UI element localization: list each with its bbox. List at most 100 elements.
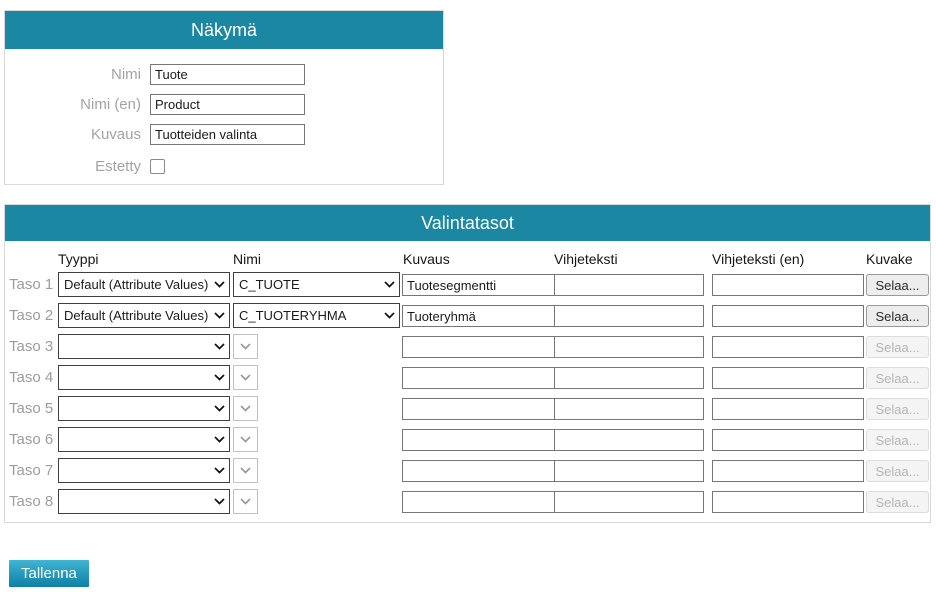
column-header-tyyppi: Tyyppi xyxy=(58,251,98,267)
chevron-down-icon xyxy=(214,498,225,505)
type-select[interactable] xyxy=(58,458,230,483)
type-select[interactable] xyxy=(58,365,230,390)
kuvaus-cell-input[interactable] xyxy=(402,460,555,482)
vihjeteksti-en-cell-input[interactable] xyxy=(712,398,864,420)
estetty-checkbox[interactable] xyxy=(150,159,165,174)
browse-button: Selaa... xyxy=(866,336,929,358)
vihjeteksti-en-cell-input[interactable] xyxy=(712,305,864,327)
column-header-kuvaus: Kuvaus xyxy=(403,251,450,267)
vihjeteksti-cell-input[interactable] xyxy=(554,367,704,389)
table-row: Taso 7 Selaa... xyxy=(5,456,930,487)
level-row-label: Taso 7 xyxy=(9,456,53,487)
chevron-down-icon xyxy=(240,467,251,474)
save-button[interactable]: Tallenna xyxy=(9,560,89,587)
chevron-down-icon xyxy=(214,405,225,412)
chevron-down-icon xyxy=(214,436,225,443)
table-row: Taso 6 Selaa... xyxy=(5,425,930,456)
chevron-down-icon xyxy=(384,312,395,319)
nimi-en-input[interactable] xyxy=(150,94,305,115)
browse-button[interactable]: Selaa... xyxy=(866,274,929,296)
type-select[interactable]: Default (Attribute Values) xyxy=(58,303,230,328)
level-row-label: Taso 6 xyxy=(9,425,53,456)
vihjeteksti-en-cell-input[interactable] xyxy=(712,336,864,358)
name-select xyxy=(233,427,258,452)
type-select-value: Default (Attribute Values) xyxy=(64,308,210,323)
chevron-down-icon xyxy=(214,343,225,350)
vihjeteksti-cell-input[interactable] xyxy=(554,491,704,513)
name-select-value: C_TUOTERYHMA xyxy=(239,308,380,323)
level-row-label: Taso 2 xyxy=(9,301,53,332)
levels-panel: Valintatasot Tyyppi Nimi Kuvaus Vihjetek… xyxy=(4,204,931,523)
vihjeteksti-cell-input[interactable] xyxy=(554,398,704,420)
vihjeteksti-en-cell-input[interactable] xyxy=(712,274,864,296)
vihjeteksti-cell-input[interactable] xyxy=(554,429,704,451)
level-row-label: Taso 3 xyxy=(9,332,53,363)
name-select[interactable]: C_TUOTERYHMA xyxy=(233,303,400,328)
level-row-label: Taso 1 xyxy=(9,270,53,301)
kuvaus-cell-input[interactable] xyxy=(402,398,555,420)
estetty-label: Estetty xyxy=(5,158,141,175)
chevron-down-icon xyxy=(384,281,395,288)
page: Näkymä Nimi Nimi (en) Kuvaus Estetty Val… xyxy=(0,0,936,592)
table-row: Taso 2 Default (Attribute Values) C_TUOT… xyxy=(5,301,930,332)
vihjeteksti-cell-input[interactable] xyxy=(554,336,704,358)
nimi-label: Nimi xyxy=(5,66,141,83)
level-rows: Taso 1 Default (Attribute Values) C_TUOT… xyxy=(5,270,930,518)
kuvaus-cell-input[interactable] xyxy=(402,274,555,296)
kuvaus-cell-input[interactable] xyxy=(402,336,555,358)
view-panel-title: Näkymä xyxy=(5,11,443,49)
browse-button: Selaa... xyxy=(866,491,929,513)
chevron-down-icon xyxy=(214,374,225,381)
table-row: Taso 4 Selaa... xyxy=(5,363,930,394)
kuvaus-input[interactable] xyxy=(150,124,305,145)
kuvaus-cell-input[interactable] xyxy=(402,305,555,327)
name-select xyxy=(233,396,258,421)
field-row-nimi: Nimi xyxy=(5,59,443,89)
browse-button: Selaa... xyxy=(866,429,929,451)
column-header-kuvake: Kuvake xyxy=(866,251,913,267)
chevron-down-icon xyxy=(214,312,225,319)
browse-button[interactable]: Selaa... xyxy=(866,305,929,327)
column-headers: Tyyppi Nimi Kuvaus Vihjeteksti Vihjeteks… xyxy=(5,251,930,269)
name-select xyxy=(233,489,258,514)
column-header-nimi: Nimi xyxy=(233,251,261,267)
vihjeteksti-cell-input[interactable] xyxy=(554,460,704,482)
kuvaus-cell-input[interactable] xyxy=(402,367,555,389)
type-select[interactable]: Default (Attribute Values) xyxy=(58,272,230,297)
vihjeteksti-cell-input[interactable] xyxy=(554,305,704,327)
chevron-down-icon xyxy=(240,374,251,381)
chevron-down-icon xyxy=(240,405,251,412)
vihjeteksti-en-cell-input[interactable] xyxy=(712,491,864,513)
vihjeteksti-en-cell-input[interactable] xyxy=(712,429,864,451)
levels-panel-title: Valintatasot xyxy=(5,205,930,241)
level-row-label: Taso 5 xyxy=(9,394,53,425)
view-form: Nimi Nimi (en) Kuvaus Estetty xyxy=(5,49,443,181)
level-row-label: Taso 4 xyxy=(9,363,53,394)
chevron-down-icon xyxy=(240,436,251,443)
type-select[interactable] xyxy=(58,489,230,514)
vihjeteksti-en-cell-input[interactable] xyxy=(712,460,864,482)
kuvaus-cell-input[interactable] xyxy=(402,429,555,451)
table-row: Taso 5 Selaa... xyxy=(5,394,930,425)
kuvaus-label: Kuvaus xyxy=(5,126,141,143)
name-select xyxy=(233,365,258,390)
type-select-value: Default (Attribute Values) xyxy=(64,277,210,292)
vihjeteksti-en-cell-input[interactable] xyxy=(712,367,864,389)
browse-button: Selaa... xyxy=(866,367,929,389)
field-row-estetty: Estetty xyxy=(5,151,443,181)
chevron-down-icon xyxy=(214,281,225,288)
name-select-value: C_TUOTE xyxy=(239,277,380,292)
type-select[interactable] xyxy=(58,396,230,421)
chevron-down-icon xyxy=(240,343,251,350)
level-row-label: Taso 8 xyxy=(9,487,53,518)
nimi-input[interactable] xyxy=(150,64,305,85)
browse-button: Selaa... xyxy=(866,398,929,420)
type-select[interactable] xyxy=(58,334,230,359)
kuvaus-cell-input[interactable] xyxy=(402,491,555,513)
table-row: Taso 8 Selaa... xyxy=(5,487,930,518)
name-select[interactable]: C_TUOTE xyxy=(233,272,400,297)
type-select[interactable] xyxy=(58,427,230,452)
vihjeteksti-cell-input[interactable] xyxy=(554,274,704,296)
name-select xyxy=(233,458,258,483)
nimi-en-label: Nimi (en) xyxy=(5,96,141,113)
